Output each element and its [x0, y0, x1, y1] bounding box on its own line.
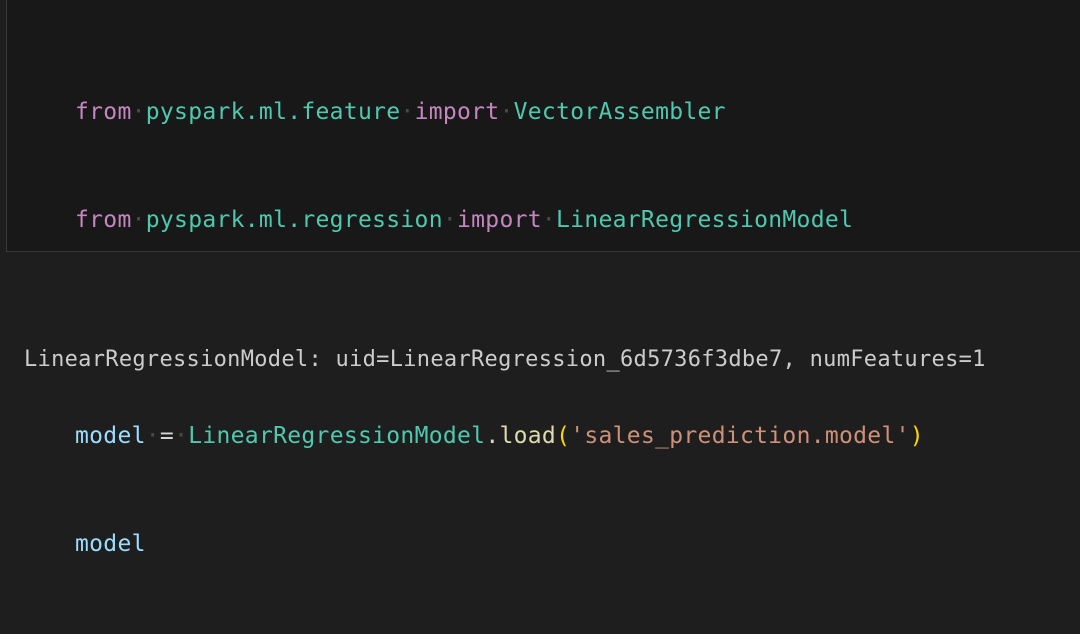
whitespace-dot: · [145, 423, 160, 449]
keyword-from: from [75, 207, 132, 233]
code-editor[interactable]: from·pyspark.ml.feature·import·VectorAss… [75, 22, 924, 634]
paren-open: ( [556, 423, 571, 449]
whitespace-dot: · [499, 99, 514, 125]
whitespace-dot: · [400, 99, 415, 125]
whitespace-dot: · [541, 207, 557, 233]
keyword-import: import [457, 207, 542, 233]
code-line-5: model [75, 526, 924, 562]
module-name: pyspark.ml.regression [145, 207, 443, 233]
whitespace-dot: · [174, 423, 189, 449]
import-name: VectorAssembler [513, 99, 726, 125]
method-load: load [499, 423, 557, 449]
keyword-import: import [414, 99, 500, 125]
string-literal: 'sales_prediction.model' [570, 423, 910, 449]
whitespace-dot: · [442, 207, 457, 233]
class-name: LinearRegressionModel [188, 423, 486, 449]
code-line-2: from·pyspark.ml.regression·import·Linear… [75, 202, 924, 238]
cell-output-text: LinearRegressionModel: uid=LinearRegress… [24, 347, 986, 372]
dot-operator: . [485, 423, 500, 449]
import-name: LinearRegressionModel [556, 207, 854, 233]
whitespace-dot: · [131, 99, 146, 125]
module-name: pyspark.ml.feature [145, 99, 401, 125]
variable-model: model [75, 531, 146, 557]
paren-close: ) [909, 423, 924, 449]
variable-model: model [75, 423, 146, 449]
keyword-from: from [75, 99, 132, 125]
whitespace-dot: · [131, 207, 146, 233]
assign-operator: = [159, 423, 175, 449]
code-cell-input[interactable]: from·pyspark.ml.feature·import·VectorAss… [6, 0, 1080, 557]
code-line-1: from·pyspark.ml.feature·import·VectorAss… [75, 94, 924, 130]
code-line-4: model·=·LinearRegressionModel.load('sale… [75, 418, 924, 454]
